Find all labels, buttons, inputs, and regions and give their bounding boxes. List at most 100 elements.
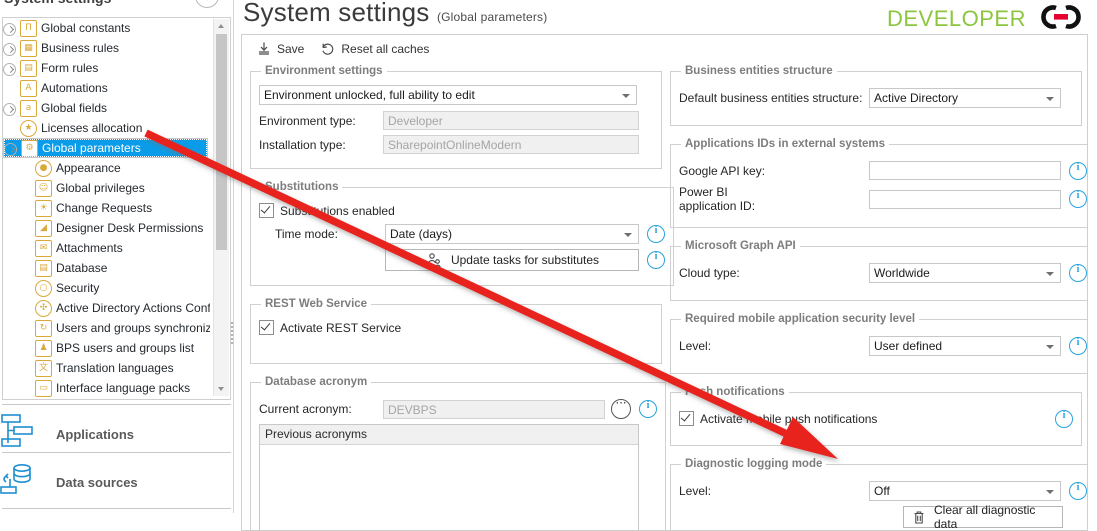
- google-api-key-input[interactable]: [869, 161, 1061, 180]
- group-application-ids: Applications IDs in external systems Goo…: [670, 138, 1087, 228]
- settings-content-panel: Save Reset all caches Environment settin…: [241, 34, 1088, 531]
- cloud-type-select[interactable]: Worldwide: [869, 263, 1061, 283]
- sidebar-tree-item-appearance[interactable]: ● Appearance: [3, 158, 210, 178]
- mobile-level-select[interactable]: User defined: [869, 336, 1061, 356]
- main-panel: System settings (Global parameters) DEVE…: [233, 0, 1097, 531]
- webcon-logo-icon: [1032, 2, 1090, 35]
- powerbi-app-id-input[interactable]: [869, 189, 1061, 209]
- sidebar-tree-item-automations[interactable]: A Automations: [3, 78, 210, 98]
- time-mode-label: Time mode:: [275, 227, 338, 241]
- current-acronym-info-icon[interactable]: [639, 400, 657, 418]
- sidebar-tree-item-translation-languages[interactable]: 文 Translation languages: [3, 358, 210, 378]
- environment-lock-select[interactable]: Environment unlocked, full ability to ed…: [259, 85, 637, 105]
- sidebar-tree-item-global-fields[interactable]: a Global fields: [3, 98, 210, 118]
- ellipsis-button-icon[interactable]: [611, 396, 631, 419]
- push-notifications-row: Activate mobile push notifications: [679, 409, 1073, 428]
- sidebar-tree-item-security[interactable]: ○ Security: [3, 278, 210, 298]
- checkbox-box: [259, 320, 274, 335]
- sidebar-tree-item-label: Form rules: [41, 61, 99, 75]
- move-icon: ✣: [34, 300, 52, 317]
- update-substitutes-info-icon[interactable]: [647, 251, 665, 269]
- diagnostic-level-label: Level:: [679, 484, 712, 498]
- default-entities-row: Default business entities structure: Act…: [679, 88, 1073, 108]
- sidebar-scrollbar[interactable]: [213, 19, 229, 396]
- sidebar-tree-item-designer-desk-permissions[interactable]: ◢ Designer Desk Permissions: [3, 218, 210, 238]
- group-substitutions-legend: Substitutions: [265, 181, 339, 193]
- sidebar-tree-item-global-privileges[interactable]: ☺ Global privileges: [3, 178, 210, 198]
- expander-icon[interactable]: [3, 22, 18, 36]
- sidebar-tree-item-label: Database: [56, 261, 108, 275]
- powerbi-app-id-label: Power BI application ID:: [679, 185, 869, 213]
- diagnostic-level-info-icon[interactable]: [1069, 482, 1087, 500]
- environment-type-row: Environment type: Developer: [259, 111, 653, 130]
- mobile-level-info-icon[interactable]: [1069, 337, 1087, 355]
- sidebar-tree-item-label: Business rules: [41, 41, 120, 55]
- scroll-up-arrow-icon[interactable]: [214, 19, 229, 33]
- previous-acronyms-header: Previous acronyms: [260, 425, 638, 445]
- default-entities-value: Active Directory: [874, 91, 959, 105]
- time-mode-info-icon[interactable]: [647, 225, 665, 243]
- sidebar-tree-item-label: Users and groups synchronization: [56, 321, 210, 335]
- back-arrow-icon[interactable]: [195, 0, 219, 8]
- automation-icon: A: [19, 80, 37, 97]
- sidebar-tree-item-bps-users-and-groups-list[interactable]: ♟ BPS users and groups list: [3, 338, 210, 358]
- sidebar-tree-item-label: Global constants: [41, 21, 131, 35]
- powerbi-app-id-label-line1: Power BI: [679, 185, 728, 199]
- activate-rest-service-checkbox[interactable]: Activate REST Service: [259, 320, 653, 335]
- google-api-key-info-icon[interactable]: [1069, 161, 1087, 180]
- group-mobile-security-level-legend: Required mobile application security lev…: [685, 313, 916, 325]
- clear-all-diagnostic-data-button[interactable]: Clear all diagnostic data: [903, 503, 1063, 530]
- activate-push-notifications-checkbox[interactable]: Activate mobile push notifications: [679, 411, 1047, 426]
- sidebar-tree-item-global-constants[interactable]: Π Global constants: [3, 18, 210, 38]
- sidebar-tree-item-licenses-allocation[interactable]: ★ Licenses allocation: [3, 118, 210, 138]
- sidebar-tree-item-database[interactable]: ▤ Database: [3, 258, 210, 278]
- sidebar-tree-item-interface-language-packs[interactable]: ▭ Interface language packs: [3, 378, 210, 397]
- environment-type-field: Developer: [383, 111, 639, 130]
- sidebar-tree-item-users-and-groups-synchronization[interactable]: ↻ Users and groups synchronization: [3, 318, 210, 338]
- sidebar-tree-item-business-rules[interactable]: ▦ Business rules: [3, 38, 210, 58]
- push-notifications-info-icon[interactable]: [1055, 409, 1073, 428]
- current-acronym-label: Current acronym:: [259, 402, 352, 416]
- cloud-type-info-icon[interactable]: [1069, 264, 1087, 282]
- save-button[interactable]: Save: [250, 39, 310, 59]
- sidebar-tree-item-change-requests[interactable]: ☀ Change Requests: [3, 198, 210, 218]
- time-mode-value: Date (days): [390, 227, 453, 241]
- substitutions-enabled-checkbox[interactable]: Substitutions enabled: [259, 203, 665, 218]
- ruler-icon: ◢: [34, 220, 52, 237]
- grid-icon: ▦: [19, 40, 37, 57]
- settings-tree[interactable]: Π Global constants ▦ Business rules ▤ Form ru…: [3, 18, 210, 397]
- sidebar-tree-item-form-rules[interactable]: ▤ Form rules: [3, 58, 210, 78]
- expander-icon[interactable]: [4, 142, 19, 156]
- sidebar-tree-item-global-parameters[interactable]: ⚙ Global parameters: [3, 138, 208, 158]
- sidebar-item-data-sources[interactable]: Data sources: [0, 456, 233, 508]
- expander-icon[interactable]: [3, 62, 18, 76]
- powerbi-app-id-info-icon[interactable]: [1069, 190, 1087, 208]
- update-tasks-for-substitutes-button[interactable]: Update tasks for substitutes: [385, 249, 639, 271]
- environment-type-label: Environment type:: [259, 113, 356, 128]
- sidebar-tree-item-active-directory-actions-config[interactable]: ✣ Active Directory Actions Config…: [3, 298, 210, 318]
- substitutions-enabled-label: Substitutions enabled: [280, 203, 395, 218]
- previous-acronyms-body[interactable]: [260, 445, 638, 530]
- expander-icon[interactable]: [3, 102, 18, 116]
- expander-icon[interactable]: [3, 42, 18, 56]
- time-mode-select[interactable]: Date (days): [385, 224, 639, 244]
- update-tasks-for-substitutes-label: Update tasks for substitutes: [450, 253, 600, 267]
- reset-all-caches-button[interactable]: Reset all caches: [314, 39, 435, 59]
- trash-icon: [912, 510, 926, 525]
- default-entities-select[interactable]: Active Directory: [869, 88, 1061, 108]
- scroll-down-arrow-icon[interactable]: [214, 382, 229, 396]
- settings-tree-panel: Π Global constants ▦ Business rules ▤ Form ru…: [2, 17, 231, 400]
- checkbox-box: [259, 203, 274, 218]
- previous-acronyms-listbox[interactable]: Previous acronyms: [259, 424, 639, 530]
- diagnostic-level-select[interactable]: Off: [869, 481, 1061, 501]
- sidebar-tree-item-attachments[interactable]: ✉ Attachments: [3, 238, 210, 258]
- powerbi-app-id-label-line2: application ID:: [679, 199, 756, 213]
- scrollbar-thumb[interactable]: [216, 34, 227, 250]
- sidebar-title: System settings: [4, 0, 111, 6]
- sidebar-divider-middle: [2, 452, 231, 453]
